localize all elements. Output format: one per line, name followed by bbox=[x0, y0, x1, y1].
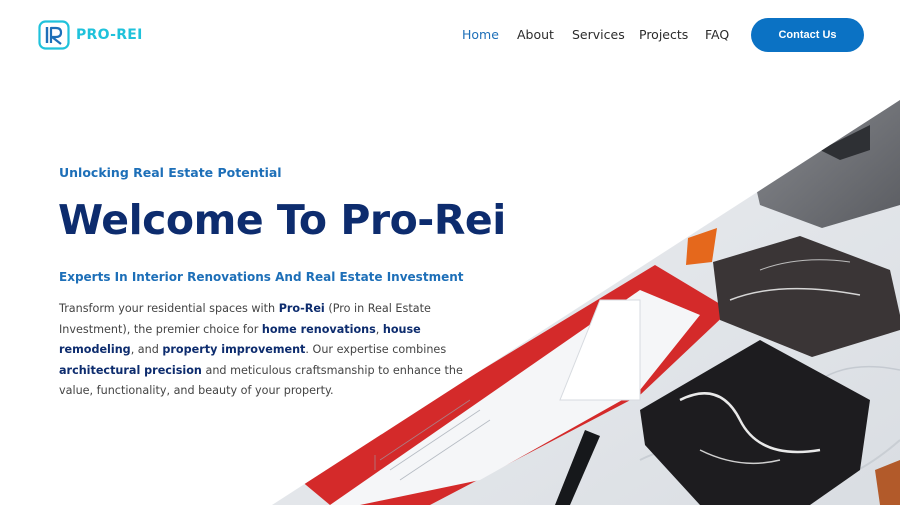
nav-item-projects[interactable]: Projects bbox=[639, 27, 688, 42]
desc-highlight-property-improvement: property improvement bbox=[162, 343, 306, 356]
hero-description: Transform your residential spaces with P… bbox=[59, 299, 489, 402]
desc-text: , and bbox=[130, 343, 163, 356]
hero-subtitle: Experts In Interior Renovations And Real… bbox=[59, 270, 464, 284]
nav-item-services[interactable]: Services bbox=[572, 27, 625, 42]
nav-item-about[interactable]: About bbox=[517, 27, 554, 42]
hero-title: Welcome To Pro-Rei bbox=[58, 196, 506, 244]
nav-item-faq[interactable]: FAQ bbox=[705, 27, 729, 42]
desc-highlight-prorei: Pro-Rei bbox=[278, 302, 325, 315]
desc-highlight-home-renovations: home renovations bbox=[261, 322, 376, 336]
desc-text: Transform your residential spaces with bbox=[59, 302, 279, 315]
desc-text: , bbox=[375, 322, 383, 336]
desc-highlight-architectural-precision: architectural precision bbox=[59, 363, 202, 377]
hero-image bbox=[272, 100, 900, 505]
contact-us-button[interactable]: Contact Us bbox=[751, 18, 864, 52]
nav-item-home[interactable]: Home bbox=[462, 27, 499, 42]
hero-eyebrow: Unlocking Real Estate Potential bbox=[59, 165, 282, 180]
site-header: PRO-REI Home About Services Projects FAQ… bbox=[0, 0, 900, 70]
desc-text: . Our expertise combines bbox=[305, 343, 447, 356]
